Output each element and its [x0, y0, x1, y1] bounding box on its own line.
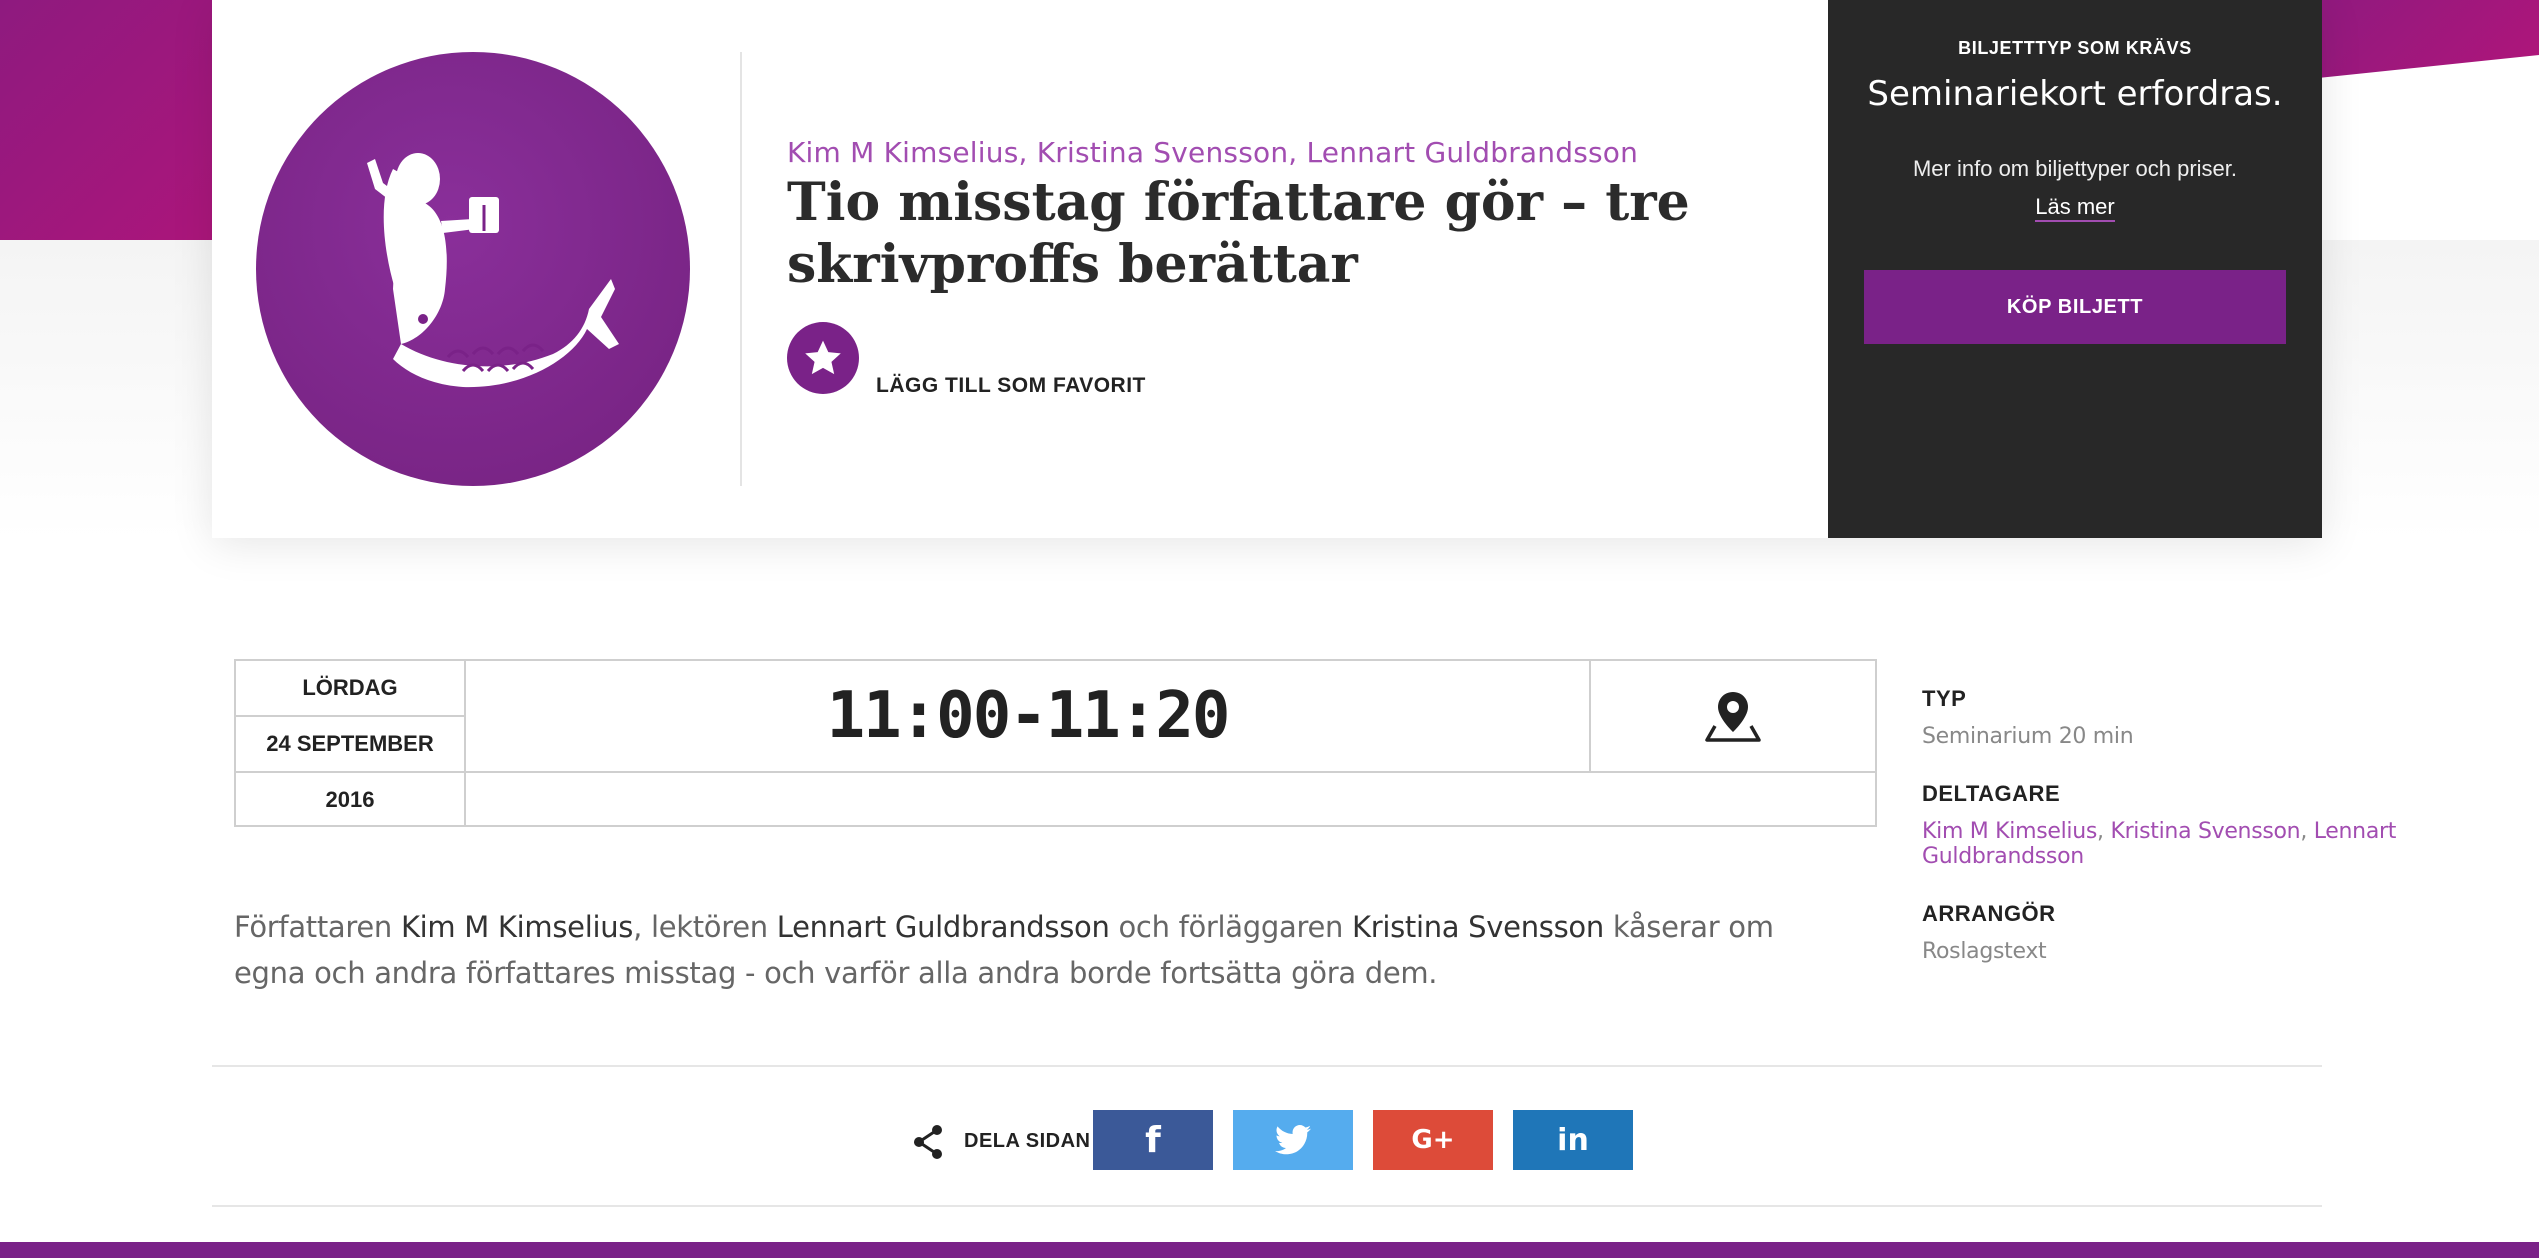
event-title: Tio misstag författare gör – tre skrivpr… [787, 172, 1690, 295]
share-facebook-button[interactable]: f [1093, 1110, 1213, 1170]
event-hero-card: Kim M Kimselius, Kristina Svensson, Lenn… [212, 0, 2322, 538]
share-google-plus-button[interactable]: G+ [1373, 1110, 1493, 1170]
share-bar: DELA SIDAN f G+ in [0, 1110, 2539, 1172]
share-linkedin-button[interactable]: in [1513, 1110, 1633, 1170]
mermaid-icon [367, 153, 619, 388]
footer-bar [0, 1242, 2539, 1258]
mermaid-logo [256, 52, 690, 486]
desc-text-2: , lektören [633, 910, 777, 944]
map-pin-icon [1705, 692, 1761, 742]
star-icon [805, 340, 841, 375]
schedule-year: 2016 [236, 773, 466, 827]
read-more-link[interactable]: Läs mer [2035, 194, 2115, 222]
desc-text-3: och förläggaren [1109, 910, 1352, 944]
share-label: DELA SIDAN [964, 1130, 1091, 1152]
share-divider-top [212, 1065, 2322, 1067]
schedule-weekday: LÖRDAG [236, 661, 466, 717]
desc-text-1: Författaren [234, 910, 401, 944]
header-decor-right [2299, 0, 2539, 80]
favorite-button[interactable] [787, 322, 859, 394]
share-twitter-button[interactable] [1233, 1110, 1353, 1170]
read-more-link-wrap: Läs mer [1828, 194, 2322, 222]
type-heading: TYP [1922, 686, 1967, 711]
google-plus-icon: G+ [1411, 1125, 1455, 1155]
favorite-label[interactable]: LÄGG TILL SOM FAVORIT [876, 374, 1146, 398]
organizer-value: Roslagstext [1922, 939, 2047, 964]
ticket-info: Mer info om biljettyper och priser. [1912, 156, 2238, 181]
share-divider-bottom [212, 1205, 2322, 1207]
schedule-empty-cell [466, 773, 1875, 827]
linkedin-icon: in [1557, 1122, 1589, 1158]
participant-link[interactable]: Kristina Svensson [2110, 819, 2300, 844]
participant-separator: , [2097, 819, 2111, 844]
ticket-panel: BILJETTTYP SOM KRÄVS Seminariekort erfor… [1828, 0, 2322, 538]
ticket-type-label: BILJETTTYP SOM KRÄVS [1958, 38, 2192, 58]
organizer-heading: ARRANGÖR [1922, 901, 2056, 926]
schedule-time: 11:00-11:20 [466, 661, 1591, 773]
participants-heading: DELTAGARE [1922, 781, 2061, 806]
type-value: Seminarium 20 min [1922, 724, 2134, 749]
participant-link[interactable]: Kim M Kimselius [1922, 819, 2097, 844]
buy-ticket-button[interactable]: KÖP BILJETT [1864, 270, 2286, 344]
hero-divider [740, 52, 742, 486]
desc-name-guldbrandsson: Lennart Guldbrandsson [776, 910, 1110, 944]
schedule-grid: LÖRDAG 24 SEPTEMBER 2016 11:00-11:20 [234, 659, 1877, 827]
ticket-requirement: Seminariekort erfordras. [1867, 74, 2283, 114]
event-authors: Kim M Kimselius, Kristina Svensson, Lenn… [787, 136, 1639, 169]
event-description: Författaren Kim M Kimselius, lektören Le… [234, 904, 1834, 996]
share-icon [914, 1125, 942, 1159]
event-details-sidebar: TYP Seminarium 20 min DELTAGARE Kim M Ki… [1922, 686, 2522, 996]
twitter-icon [1275, 1125, 1311, 1155]
participant-separator: , [2300, 819, 2314, 844]
map-location-button[interactable] [1591, 661, 1875, 773]
facebook-icon: f [1145, 1119, 1161, 1161]
schedule-date: 24 SEPTEMBER [236, 717, 466, 773]
participants-list: Kim M Kimselius, Kristina Svensson, Lenn… [1922, 819, 2522, 869]
desc-name-kimselius: Kim M Kimselius [400, 910, 634, 944]
desc-name-svensson: Kristina Svensson [1351, 910, 1604, 944]
